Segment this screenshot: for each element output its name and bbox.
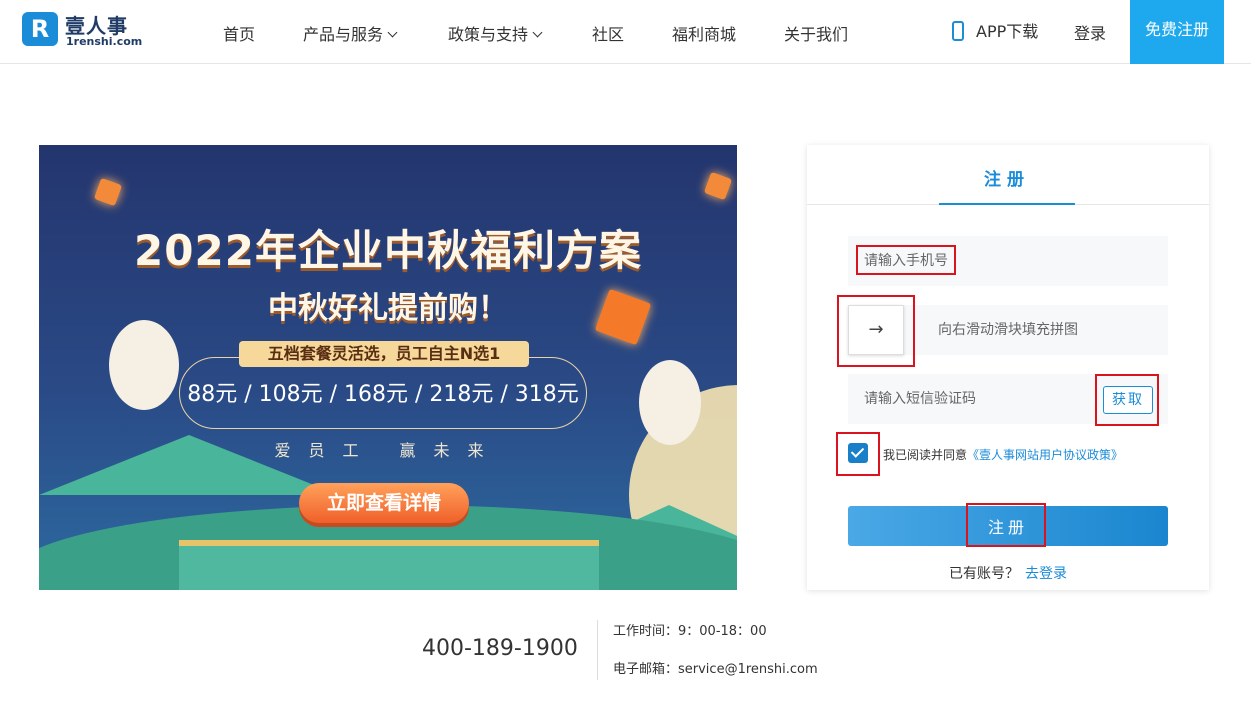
chevron-down-icon <box>387 27 398 38</box>
top-header: R 壹人事 1renshi.com 首页 产品与服务 政策与支持 社区 福利商城… <box>0 0 1251 64</box>
lantern-icon <box>93 177 123 207</box>
annotation-box <box>837 295 915 367</box>
have-account-label: 已有账号？ <box>949 566 1019 582</box>
banner-detail-button[interactable]: 立即查看详情 <box>299 483 469 523</box>
nav-item-mall[interactable]: 福利商城 <box>672 21 736 45</box>
nav-item-about[interactable]: 关于我们 <box>784 21 848 45</box>
tab-register[interactable]: 注册 <box>807 145 1209 205</box>
tab-underline <box>939 203 1075 205</box>
nav-item-products[interactable]: 产品与服务 <box>303 21 398 45</box>
annotation-box <box>856 245 956 275</box>
banner-pill: 五档套餐灵活选，员工自主N选1 <box>239 341 529 367</box>
phone-icon <box>952 21 964 41</box>
rabbit-illustration <box>109 320 179 410</box>
have-account-row: 已有账号？ 去登录 <box>807 563 1209 583</box>
app-download-label: APP下载 <box>976 22 1039 41</box>
nav-item-community[interactable]: 社区 <box>592 21 624 45</box>
nav-label: 福利商城 <box>672 25 737 44</box>
free-register-button[interactable]: 免费注册 <box>1130 0 1224 64</box>
tab-register-label: 注册 <box>984 170 1030 190</box>
nav-item-home[interactable]: 首页 <box>223 21 255 45</box>
slider-hint: 向右滑动滑块填充拼图 <box>938 322 1078 338</box>
site-logo[interactable]: R 壹人事 1renshi.com <box>22 10 142 50</box>
agree-label: 我已阅读并同意 <box>883 448 968 462</box>
hotline-number: 400-189-1900 <box>422 636 578 661</box>
rabbit-illustration <box>639 360 701 445</box>
annotation-box <box>1095 374 1159 426</box>
logo-mark-icon: R <box>22 12 58 46</box>
banner-subtitle: 中秋好礼提前购！ <box>268 291 508 326</box>
logo-domain: 1renshi.com <box>66 35 143 48</box>
login-link[interactable]: 登录 <box>1074 20 1106 44</box>
agreement-text: 我已阅读并同意《壹人事网站用户协议政策》 <box>883 446 1123 463</box>
annotation-box <box>966 503 1046 547</box>
app-download-link[interactable]: APP下载 <box>952 18 1038 42</box>
nav-label: 首页 <box>223 25 256 44</box>
banner-slogan: 爱员工 赢未来 <box>274 441 502 460</box>
divider <box>597 620 598 680</box>
banner-prices: 88元 / 108元 / 168元 / 218元 / 318元 <box>179 357 587 429</box>
banner-title: 2022年企业中秋福利方案 <box>134 226 642 275</box>
nav-label: 社区 <box>592 25 625 44</box>
annotation-box <box>836 432 880 476</box>
contact-email: 电子邮箱：service@1renshi.com <box>613 662 818 677</box>
agreement-policy-link[interactable]: 《壹人事网站用户协议政策》 <box>967 448 1123 462</box>
sms-code-input[interactable] <box>864 374 1084 424</box>
nav-label: 产品与服务 <box>303 25 384 44</box>
chevron-down-icon <box>532 27 543 38</box>
nav-item-policy[interactable]: 政策与支持 <box>448 21 543 45</box>
lantern-icon <box>703 171 733 201</box>
nav-label: 政策与支持 <box>448 25 529 44</box>
go-login-link[interactable]: 去登录 <box>1025 566 1067 582</box>
promo-banner[interactable]: 2022年企业中秋福利方案 中秋好礼提前购！ 88元 / 108元 / 168元… <box>39 145 737 590</box>
roof-illustration <box>179 540 599 590</box>
work-hours: 工作时间：9：00-18：00 <box>613 624 767 639</box>
nav-label: 关于我们 <box>784 25 849 44</box>
